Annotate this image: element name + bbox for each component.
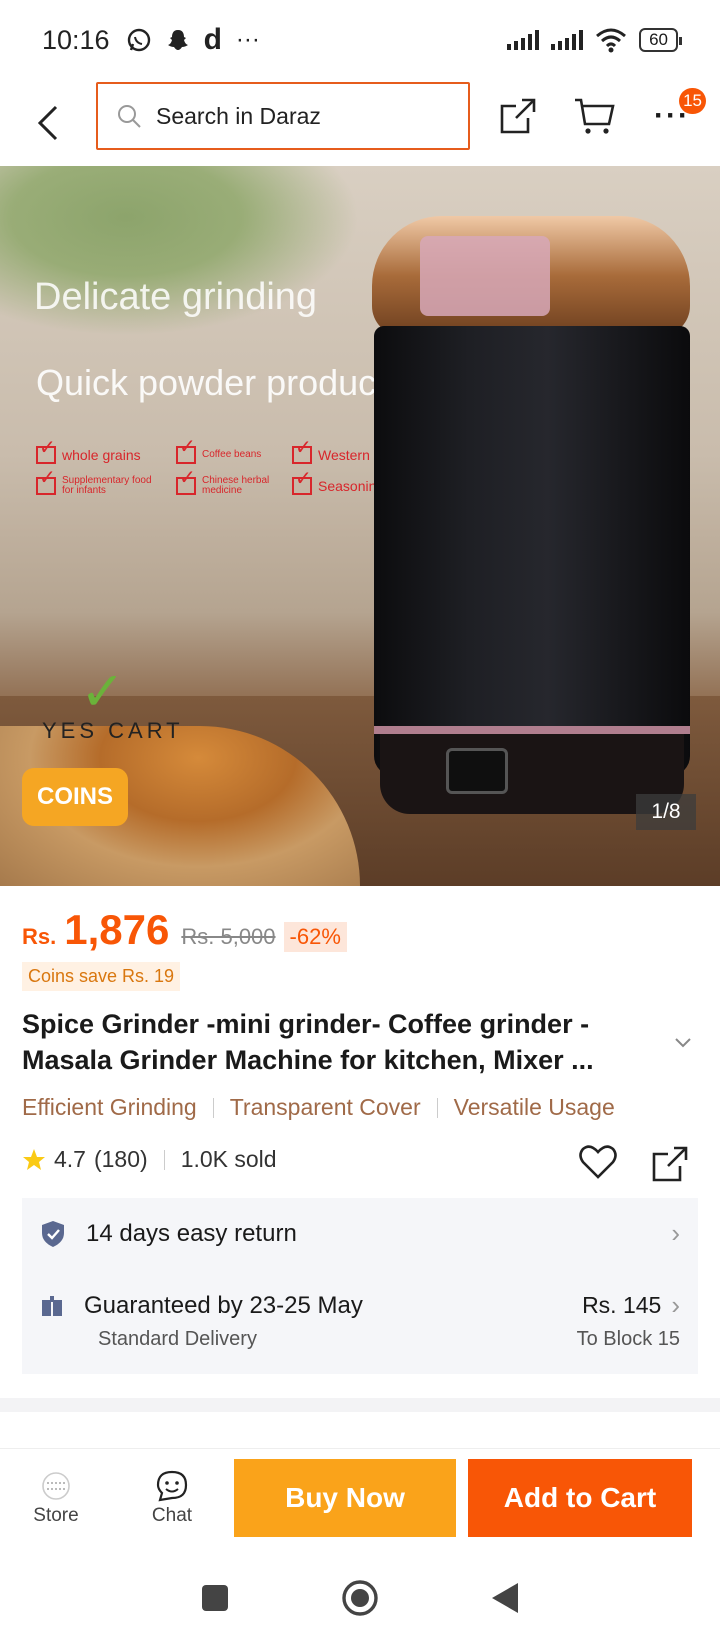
back-button[interactable] xyxy=(24,99,72,147)
product-title[interactable]: Spice Grinder -mini grinder- Coffee grin… xyxy=(22,1006,672,1078)
notification-badge: 15 xyxy=(679,88,706,114)
bottom-action-bar: Store Chat Buy Now Add to Cart xyxy=(0,1448,720,1556)
chat-icon xyxy=(156,1470,188,1502)
return-policy-row[interactable]: 14 days easy return › xyxy=(40,1218,680,1249)
chat-button[interactable]: Chat xyxy=(132,1467,212,1527)
brand-watermark: YES CART xyxy=(42,718,184,743)
share-button[interactable] xyxy=(496,94,540,138)
next-section-peek xyxy=(22,1430,142,1450)
app-d-icon: d xyxy=(203,23,222,56)
back-arrow-icon xyxy=(37,105,58,141)
highlight-tag: Transparent Cover xyxy=(229,1094,421,1120)
coins-save-tag: Coins save Rs. 19 xyxy=(22,962,181,991)
home-icon[interactable] xyxy=(340,1578,380,1618)
check-icon xyxy=(176,473,196,495)
store-icon xyxy=(42,1472,70,1500)
whatsapp-icon xyxy=(127,28,150,52)
wifi-icon xyxy=(596,28,627,53)
section-divider xyxy=(0,1398,720,1412)
delivery-location: To Block 15 xyxy=(576,1328,680,1350)
chevron-right-icon: › xyxy=(671,1290,680,1320)
feature-item: whole grains xyxy=(36,442,164,464)
more-notifications-icon: ··· xyxy=(235,26,260,53)
delivery-type: Standard Delivery xyxy=(98,1328,257,1350)
cart-button[interactable] xyxy=(572,94,616,138)
check-icon xyxy=(292,442,312,464)
return-policy-text: 14 days easy return xyxy=(86,1219,297,1247)
status-bar: 10:16 d ··· 60 xyxy=(0,0,720,80)
checkmark-logo-icon: ✓ xyxy=(80,662,126,722)
expand-title-button[interactable] xyxy=(674,1036,692,1054)
chevron-down-icon xyxy=(675,1038,691,1048)
top-navigation: Search in Daraz ··· 15 xyxy=(0,80,720,166)
feature-item: Supplementary food for infants xyxy=(36,473,164,496)
heart-icon xyxy=(579,1145,617,1179)
delivery-row[interactable]: Guaranteed by 23-25 May Rs. 145 › xyxy=(40,1290,680,1321)
divider xyxy=(163,1149,165,1170)
current-price: 1,876 xyxy=(64,906,170,953)
cart-icon xyxy=(575,98,615,134)
image-counter: 1/8 xyxy=(636,794,696,830)
rating-row[interactable]: 4.7 (180) 1.0K sold xyxy=(22,1146,277,1173)
buy-now-button[interactable]: Buy Now xyxy=(234,1459,456,1537)
recent-apps-icon[interactable] xyxy=(200,1583,230,1613)
check-icon xyxy=(292,473,312,495)
store-label: Store xyxy=(33,1505,79,1526)
chevron-right-icon: › xyxy=(671,1218,680,1248)
hero-headline: Delicate grinding xyxy=(34,276,318,318)
grinder-ring xyxy=(374,726,690,734)
sold-count: 1.0K sold xyxy=(180,1146,277,1172)
check-icon xyxy=(176,442,196,464)
share-product-button[interactable] xyxy=(650,1144,690,1189)
feature-item: Coffee beans xyxy=(176,442,280,464)
highlight-tag: Efficient Grinding xyxy=(22,1094,197,1120)
power-socket xyxy=(446,748,508,794)
status-time: 10:16 xyxy=(42,24,110,55)
notification-icons: d ··· xyxy=(126,23,260,57)
back-nav-icon[interactable] xyxy=(490,1581,520,1615)
check-icon xyxy=(36,442,56,464)
rating-value: 4.7 xyxy=(54,1146,86,1172)
share-icon xyxy=(652,1146,688,1182)
grinder-product-image xyxy=(364,216,700,836)
coins-badge: COINS xyxy=(22,768,128,826)
price-currency: Rs. xyxy=(22,924,57,949)
discount-badge: -62% xyxy=(283,922,347,952)
system-navigation-bar xyxy=(0,1556,720,1640)
divider xyxy=(212,1097,214,1118)
price-row: Rs. 1,876 Rs. 5,000 -62% xyxy=(22,906,347,954)
grinder-body xyxy=(374,326,690,776)
shield-check-icon xyxy=(42,1220,64,1247)
service-info-card: 14 days easy return › Guaranteed by 23-2… xyxy=(22,1198,698,1374)
search-placeholder: Search in Daraz xyxy=(156,102,321,129)
divider xyxy=(436,1097,438,1118)
original-price: Rs. 5,000 xyxy=(181,924,276,949)
product-image-carousel[interactable]: Delicate grinding Quick powder productio… xyxy=(0,166,720,886)
battery-icon: 60 xyxy=(639,28,682,52)
delivery-guarantee-text: Guaranteed by 23-25 May xyxy=(84,1291,363,1319)
review-count: (180) xyxy=(93,1146,148,1172)
signal-icon-1 xyxy=(507,30,540,50)
chat-label: Chat xyxy=(151,1505,193,1526)
grinder-lid xyxy=(372,216,690,336)
product-highlights: Efficient Grinding Transparent Cover Ver… xyxy=(22,1094,615,1121)
add-to-cart-button[interactable]: Add to Cart xyxy=(468,1459,692,1537)
search-input[interactable]: Search in Daraz xyxy=(96,82,470,150)
wishlist-button[interactable] xyxy=(578,1144,618,1185)
star-icon xyxy=(23,1148,45,1170)
check-icon xyxy=(36,473,56,495)
share-icon xyxy=(500,98,536,134)
signal-icon-2 xyxy=(551,30,584,50)
more-options-button[interactable]: ··· 15 xyxy=(650,88,706,138)
delivery-fee: Rs. 145 xyxy=(582,1292,662,1318)
search-icon xyxy=(118,105,141,128)
snapchat-icon xyxy=(167,30,188,50)
delivery-box-icon xyxy=(42,1295,62,1316)
feature-item: Chinese herbal medicine xyxy=(176,473,280,496)
highlight-tag: Versatile Usage xyxy=(453,1094,615,1120)
store-button[interactable]: Store xyxy=(16,1467,96,1527)
